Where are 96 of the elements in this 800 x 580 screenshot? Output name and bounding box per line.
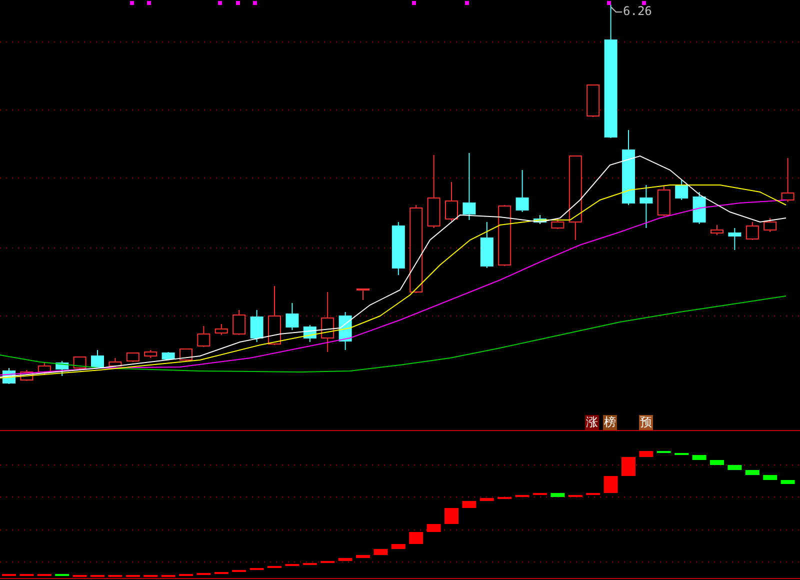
indicator-bar [745, 470, 760, 475]
indicator-bar [268, 566, 282, 568]
candlestick [162, 352, 175, 360]
candlestick [268, 286, 281, 346]
indicator-bar [108, 575, 122, 577]
indicator-bar [498, 497, 512, 499]
candlestick [38, 362, 51, 376]
indicator-bar [639, 451, 654, 457]
indicator-bar [462, 501, 476, 508]
candlestick [338, 312, 352, 350]
candlestick [356, 288, 370, 300]
indicator-bar [320, 561, 335, 563]
signal-tag: 榜 [603, 415, 617, 430]
candlestick [710, 224, 724, 236]
indicator-bar [250, 568, 264, 570]
candlestick [516, 170, 529, 212]
indicator-bar [144, 575, 158, 577]
signal-marker [147, 1, 151, 5]
candlestick [232, 310, 246, 336]
candlestick [640, 184, 653, 228]
candlestick [286, 302, 299, 330]
indicator-bar [692, 455, 706, 460]
indicator-bar [55, 574, 70, 576]
signal-marker [465, 1, 469, 5]
signal-marker [236, 1, 240, 5]
indicator-bar [20, 574, 34, 576]
candlestick [91, 350, 104, 368]
indicator-bar [550, 493, 565, 497]
candlestick [250, 310, 264, 342]
indicator-bar [179, 574, 193, 576]
indicator-bar [604, 476, 618, 493]
candlestick [746, 222, 759, 240]
indicator-bar [214, 572, 228, 574]
signal-marker [253, 1, 257, 5]
candlestick [303, 324, 316, 342]
indicator-bar [196, 573, 211, 575]
candlestick [108, 358, 122, 368]
candlestick [498, 204, 512, 266]
candlestick [551, 218, 564, 230]
indicator-bar [674, 453, 689, 455]
indicator-bar [285, 564, 300, 566]
indicator-bar [656, 451, 671, 453]
signal-tag: 预 [639, 415, 653, 430]
candlestick [321, 292, 334, 352]
candlestick [586, 84, 600, 118]
indicator-bar [338, 558, 352, 561]
candlestick [180, 348, 192, 362]
candlestick [197, 326, 210, 348]
indicator-bar [409, 532, 424, 544]
candlestick [462, 152, 476, 220]
candlestick [675, 180, 688, 200]
indicator-bar [426, 524, 441, 532]
candlestick [534, 214, 546, 224]
signal-marker [642, 1, 646, 5]
indicator-bar [515, 495, 530, 497]
candlestick [214, 324, 228, 336]
indicator-bar [37, 574, 52, 576]
high-price-label: 6.26 [623, 4, 652, 18]
signal-marker [130, 1, 134, 5]
leader-line [610, 6, 622, 12]
indicator-bar [763, 475, 778, 480]
indicator-bar [568, 495, 582, 497]
candlestick [73, 356, 86, 370]
indicator-bar [391, 544, 406, 549]
candlestick [781, 158, 794, 202]
indicator-bar [533, 493, 547, 495]
signal-marker [607, 1, 611, 5]
indicator-bar [356, 555, 370, 558]
indicator-bar [126, 575, 140, 577]
indicator-bar [586, 493, 600, 495]
indicator-bar [90, 575, 104, 577]
candlestick [764, 218, 777, 232]
indicator-bar [302, 563, 317, 565]
signal-marker [412, 1, 416, 5]
signal-marker [218, 1, 222, 5]
candlestick [692, 192, 706, 224]
indicator-bar [728, 465, 742, 470]
indicator-bar [374, 549, 388, 555]
indicator-bar [2, 574, 16, 576]
candlestick [126, 352, 140, 362]
indicator-bar [72, 575, 87, 577]
candlestick [480, 222, 494, 268]
candlestick [144, 350, 158, 358]
indicator-bar [622, 457, 636, 476]
candlestick [445, 182, 458, 222]
candlestick [728, 228, 742, 250]
candlestick [56, 360, 69, 376]
candlestick [392, 222, 405, 276]
signal-tag: 涨 [585, 415, 599, 430]
indicator-bar [480, 498, 494, 501]
indicator-bar [710, 460, 724, 465]
candlestick [657, 186, 670, 216]
indicator-bar [161, 575, 176, 577]
indicator-bar [780, 480, 795, 484]
indicator-bar [444, 508, 458, 524]
indicator-bar [232, 570, 246, 572]
